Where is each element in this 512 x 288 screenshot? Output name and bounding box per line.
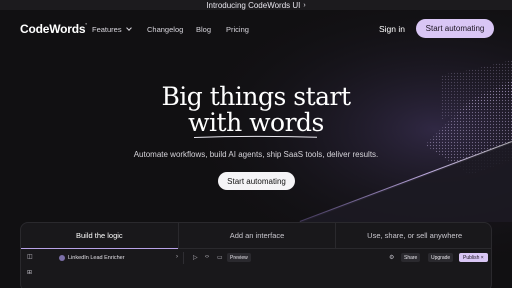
logo[interactable]: CodeWords°: [20, 22, 87, 36]
hero-subtitle: Automate workflows, build AI agents, shi…: [133, 150, 379, 159]
code-icon[interactable]: ‹›: [205, 254, 209, 260]
chevron-right-icon[interactable]: ›: [176, 254, 178, 260]
grid-icon[interactable]: ⊞: [27, 269, 32, 276]
upgrade-button[interactable]: Upgrade: [428, 253, 454, 262]
play-icon[interactable]: ▷: [193, 254, 198, 261]
editor-toolbar: ◫ LinkedIn Lead Enricher › ▷ ‹› ▭ Previe…: [21, 250, 491, 266]
start-automating-hero-button[interactable]: Start automating: [218, 172, 295, 190]
publish-label: Publish: [463, 254, 480, 261]
workflow-avatar: [59, 255, 65, 261]
workflow-selector[interactable]: LinkedIn Lead Enricher: [59, 255, 125, 261]
hero-title-line2: with words: [188, 108, 324, 137]
upgrade-label: Upgrade: [431, 254, 451, 261]
tab-build-the-logic[interactable]: Build the logic: [21, 223, 179, 249]
toolbar-divider: [183, 252, 184, 264]
publish-button[interactable]: Publish ×: [459, 253, 488, 262]
chevron-right-icon: ›: [303, 1, 306, 9]
nav-item-features[interactable]: Features: [92, 25, 132, 34]
page: Introducing CodeWords UI › CodeWords° Fe…: [0, 0, 512, 288]
close-icon: ×: [480, 254, 484, 261]
share-label: Share: [404, 254, 418, 261]
share-button[interactable]: Share: [401, 253, 421, 262]
title-underline-decoration: [193, 135, 318, 138]
logo-mark: °: [85, 22, 87, 27]
nav-item-blog[interactable]: Blog: [196, 25, 211, 34]
workflow-name: LinkedIn Lead Enricher: [68, 255, 125, 261]
announcement-text[interactable]: Introducing CodeWords UI: [206, 1, 300, 10]
monitor-icon[interactable]: ▭: [217, 254, 223, 261]
nav-item-features-label: Features: [92, 25, 122, 34]
nav-item-pricing[interactable]: Pricing: [226, 25, 249, 34]
preview-button[interactable]: Preview: [227, 253, 251, 262]
feature-tabs: Build the logic Add an interface Use, sh…: [21, 223, 491, 249]
announcement-bar[interactable]: Introducing CodeWords UI ›: [0, 0, 512, 10]
chevron-down-icon: [125, 25, 132, 31]
tab-add-an-interface[interactable]: Add an interface: [179, 223, 337, 248]
hero-title-line1: Big things start: [161, 82, 351, 111]
product-panel: Build the logic Add an interface Use, sh…: [20, 222, 492, 288]
tab-use-share-sell[interactable]: Use, share, or sell anywhere: [336, 223, 491, 248]
start-automating-nav-button[interactable]: Start automating: [416, 19, 494, 38]
logo-text: CodeWords: [20, 22, 86, 36]
settings-icon[interactable]: ⚙: [389, 254, 394, 261]
nav-item-changelog[interactable]: Changelog: [147, 25, 183, 34]
sign-in-link[interactable]: Sign in: [379, 24, 405, 34]
preview-label: Preview: [230, 254, 248, 261]
top-nav: CodeWords° Features Changelog Blog Prici…: [0, 14, 512, 44]
sidebar-toggle-icon[interactable]: ◫: [27, 253, 33, 260]
